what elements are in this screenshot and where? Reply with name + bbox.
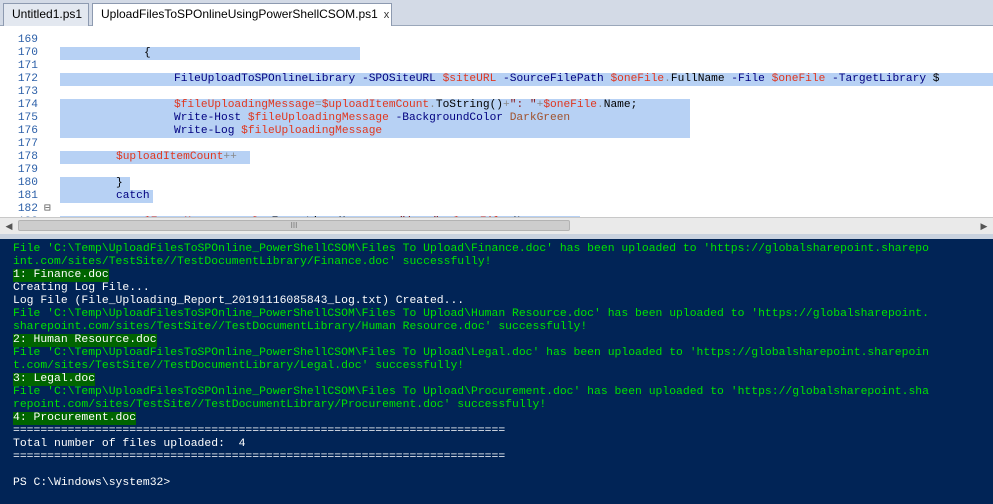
editor-line: 181 ⊟ { [0, 177, 130, 217]
scrollbar-thumb[interactable]: III [18, 220, 570, 231]
scroll-left-icon[interactable]: ◀ [1, 218, 17, 234]
editor-line: 183 Write-Host $ErrorMessage -Background… [0, 203, 38, 217]
code-line: } [60, 177, 130, 190]
editor-line: 173 $fileUploadingMessage=$uploadItemCou… [0, 73, 690, 112]
console-line: Creating Log File... [13, 282, 150, 294]
code-line: catch [60, 190, 153, 203]
code-line: Write-Host $fileUploadingMessage -Backgr… [60, 112, 690, 125]
editor-line: 169 { [0, 26, 360, 60]
editor-line: 176 [0, 112, 38, 137]
scroll-right-icon[interactable]: ▶ [976, 218, 992, 234]
editor-line: 174 Write-Host $fileUploadingMessage -Ba… [0, 86, 690, 125]
console-prompt[interactable]: PS C:\Windows\system32> [13, 477, 170, 490]
console-separator: ========================================… [13, 451, 506, 463]
console-line: File 'C:\Temp\UploadFilesToSPOnline_Powe… [13, 386, 929, 398]
code-line: Write-Log $fileUploadingMessage [60, 125, 690, 138]
console-line: int.com/sites/TestSite//TestDocumentLibr… [13, 256, 492, 268]
console-line: Log File (File_Uploading_Report_20191116… [13, 295, 465, 307]
console-separator: ========================================… [13, 425, 506, 437]
code-line: $uploadItemCount++ [60, 151, 250, 164]
console-pane[interactable]: File 'C:\Temp\UploadFilesToSPOnline_Powe… [0, 239, 993, 504]
editor-line: 175 Write-Log $fileUploadingMessage [0, 99, 690, 138]
code-line: { [60, 47, 360, 60]
editor-line: 180 catch [0, 164, 153, 203]
console-line: t.com/sites/TestSite//TestDocumentLibrar… [13, 360, 465, 372]
editor-line: 179 } [0, 151, 130, 190]
console-line: File 'C:\Temp\UploadFilesToSPOnline_Powe… [13, 243, 929, 255]
code-line: $fileUploadingMessage=$uploadItemCount.T… [60, 99, 690, 112]
tab-label: UploadFilesToSPOnlineUsingPowerShellCSOM… [101, 7, 378, 21]
editor-line: 177 $uploadItemCount++ [0, 125, 250, 164]
collapse-icon[interactable]: ⊟ [44, 203, 56, 216]
editor-line: 178 [0, 138, 38, 163]
editor-line: 182 $ErrorMessage = $_.Exception.Message… [0, 190, 580, 217]
console-line: sharepoint.com/sites/TestSite//TestDocum… [13, 321, 588, 333]
console-line-highlight: 3: Legal.doc [13, 373, 96, 386]
script-editor[interactable]: 169 { 170 171 FileUploadToSPOnlineLibrar… [0, 26, 993, 217]
code-line: FileUploadToSPOnlineLibrary -SPOSiteURL … [60, 73, 993, 86]
console-line: File 'C:\Temp\UploadFilesToSPOnline_Powe… [13, 347, 929, 359]
console-line-highlight: 1: Finance.doc [13, 269, 109, 282]
tab-untitled1[interactable]: Untitled1.ps1 [3, 3, 89, 26]
tab-bar: Untitled1.ps1 UploadFilesToSPOnlineUsing… [0, 0, 993, 27]
console-line: repoint.com/sites/TestSite//TestDocument… [13, 399, 547, 411]
console-line-highlight: 2: Human Resource.doc [13, 334, 157, 347]
editor-line: 171 FileUploadToSPOnlineLibrary -SPOSite… [0, 47, 993, 86]
tab-upload-script[interactable]: UploadFilesToSPOnlineUsingPowerShellCSOM… [92, 3, 392, 27]
horizontal-scrollbar[interactable]: ◀ III ▶ [0, 217, 993, 234]
close-icon[interactable]: x [384, 5, 390, 26]
console-line: File 'C:\Temp\UploadFilesToSPOnline_Powe… [13, 308, 929, 320]
console-line-highlight: 4: Procurement.doc [13, 412, 137, 425]
editor-line: 170 [0, 34, 38, 59]
console-line: Total number of files uploaded: 4 [13, 438, 246, 450]
editor-line: 172 [0, 60, 38, 85]
tab-label: Untitled1.ps1 [12, 7, 83, 21]
